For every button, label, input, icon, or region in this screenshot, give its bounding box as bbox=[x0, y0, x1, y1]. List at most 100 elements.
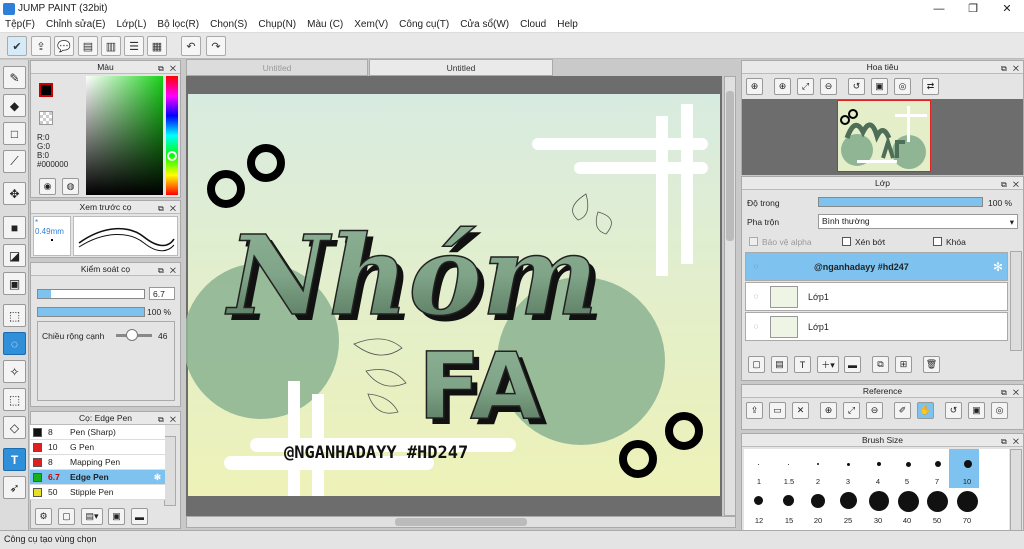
export-icon[interactable]: ⇪ bbox=[31, 36, 51, 56]
primary-color-swatch[interactable] bbox=[39, 83, 53, 97]
eye-icon[interactable]: ◌ bbox=[746, 262, 766, 271]
duplicate-layer-icon[interactable]: ⧉ bbox=[872, 356, 889, 373]
new-brush-icon[interactable]: ▢ bbox=[58, 508, 75, 525]
rotate-reset-icon[interactable]: ◎ bbox=[894, 78, 911, 95]
tab-untitled-2[interactable]: Untitled bbox=[369, 59, 553, 76]
reference-zoom-in-icon[interactable]: ⊕ bbox=[820, 402, 837, 419]
size-dot[interactable] bbox=[817, 463, 819, 465]
layer-folder-icon[interactable]: ▬ bbox=[844, 356, 861, 373]
line-tool-icon[interactable]: ⟋ bbox=[3, 150, 26, 173]
reference-actual-size-icon[interactable]: ▣ bbox=[968, 402, 985, 419]
menu-cloud[interactable]: Cloud bbox=[520, 19, 546, 30]
layer-row-selected[interactable]: ◌ @nganhadayy #hd247 ✻ bbox=[745, 252, 1008, 281]
new-text-layer-icon[interactable]: T bbox=[794, 356, 811, 373]
hue-slider[interactable] bbox=[166, 76, 178, 195]
menu-filter[interactable]: Bộ lọc(R) bbox=[157, 19, 199, 30]
brush-size-value[interactable]: 6.7 bbox=[149, 287, 175, 300]
reference-open-icon[interactable]: ▭ bbox=[769, 402, 786, 419]
flip-icon[interactable]: ⇄ bbox=[922, 78, 939, 95]
brush-folder-icon[interactable]: ▬ bbox=[131, 508, 148, 525]
reference-rotate-icon[interactable]: ↺ bbox=[945, 402, 962, 419]
rotate-left-icon[interactable]: ↺ bbox=[848, 78, 865, 95]
brush-size-scrollbar[interactable] bbox=[1010, 449, 1022, 531]
text-tool-icon[interactable]: T bbox=[3, 448, 26, 471]
edge-width-handle[interactable] bbox=[126, 329, 138, 341]
merge-layer-icon[interactable]: ⊞ bbox=[895, 356, 912, 373]
brush-item[interactable]: 10 G Pen bbox=[30, 440, 165, 455]
layer-row[interactable]: ◌ Lớp1 bbox=[745, 282, 1008, 311]
new-layer-icon[interactable]: ▢ bbox=[748, 356, 765, 373]
size-dot[interactable] bbox=[935, 461, 941, 467]
size-dot[interactable] bbox=[783, 495, 794, 506]
select-eraser-tool-icon[interactable]: ◇ bbox=[3, 416, 26, 439]
panel-close-icon[interactable]: ⧉ ✕ bbox=[1001, 386, 1021, 399]
menu-help[interactable]: Help bbox=[557, 19, 578, 30]
zoom-in-icon[interactable]: ⊕ bbox=[746, 78, 763, 95]
clip-checkbox[interactable] bbox=[842, 237, 851, 246]
brush-opacity-slider[interactable] bbox=[37, 307, 145, 317]
reference-fit-icon[interactable]: ⤢ bbox=[843, 402, 860, 419]
saturation-value-picker[interactable] bbox=[86, 76, 163, 195]
gear-icon[interactable]: ✻ bbox=[154, 472, 161, 483]
menu-window[interactable]: Cửa sổ(W) bbox=[460, 19, 509, 30]
brush-menu-icon[interactable]: ▤▾ bbox=[81, 508, 103, 525]
check-icon[interactable]: ✔ bbox=[7, 36, 27, 56]
transparent-color-swatch[interactable] bbox=[39, 111, 53, 125]
bucket-tool-icon[interactable]: ◪ bbox=[3, 244, 26, 267]
add-layer-menu-icon[interactable]: ＋▾ bbox=[817, 356, 839, 373]
minimize-button[interactable]: — bbox=[922, 0, 956, 17]
brush-size-slider[interactable] bbox=[37, 289, 145, 299]
size-dot[interactable] bbox=[906, 462, 911, 467]
size-dot[interactable] bbox=[877, 462, 881, 466]
layer-row[interactable]: ◌ Lớp1 bbox=[745, 312, 1008, 341]
reference-hand-icon[interactable]: ✋ bbox=[917, 402, 934, 419]
undo-icon[interactable]: ↶ bbox=[181, 36, 201, 56]
brush-copy-icon[interactable]: ▣ bbox=[108, 508, 125, 525]
brush-list-scrollbar[interactable] bbox=[164, 436, 176, 506]
brush-item-selected[interactable]: 6.7 Edge Pen ✻ bbox=[30, 470, 165, 485]
gear-icon[interactable]: ✻ bbox=[993, 260, 1003, 274]
rect-select-tool-icon[interactable]: ⬚ bbox=[3, 304, 26, 327]
menu-capture[interactable]: Chụp(N) bbox=[258, 19, 296, 30]
reference-close-icon[interactable]: ✕ bbox=[792, 402, 809, 419]
gradient-tool-icon[interactable]: ▣ bbox=[3, 272, 26, 295]
size-dot[interactable] bbox=[758, 464, 759, 465]
panel-close-icon[interactable]: ⧉ ✕ bbox=[1001, 178, 1021, 191]
maximize-button[interactable]: ❐ bbox=[956, 0, 990, 17]
size-dot[interactable] bbox=[788, 464, 789, 465]
menu-edit[interactable]: Chỉnh sửa(E) bbox=[46, 19, 106, 30]
size-dot[interactable] bbox=[957, 491, 978, 512]
brush-item[interactable]: 8 Pen (Sharp) bbox=[30, 425, 165, 440]
size-dot[interactable] bbox=[927, 491, 948, 512]
size-dot[interactable] bbox=[840, 492, 857, 509]
tab-untitled-1[interactable]: Untitled bbox=[186, 59, 368, 76]
eyedropper-icon[interactable]: ◍ bbox=[62, 178, 79, 195]
panel-close-icon[interactable]: ⧉ ✕ bbox=[158, 62, 178, 75]
menu-layer[interactable]: Lớp(L) bbox=[117, 19, 147, 30]
layer-list-scrollbar[interactable] bbox=[1010, 251, 1022, 351]
menu-select[interactable]: Chọn(S) bbox=[210, 19, 247, 30]
move-tool-icon[interactable]: ✥ bbox=[3, 182, 26, 205]
size-dot[interactable] bbox=[754, 496, 763, 505]
panel-close-icon[interactable]: ⧉ ✕ bbox=[158, 264, 178, 277]
select-pen-tool-icon[interactable]: ⬚ bbox=[3, 388, 26, 411]
palette-icon[interactable]: ◉ bbox=[39, 178, 56, 195]
menu-file[interactable]: Tệp(F) bbox=[5, 19, 35, 30]
panel-icon[interactable]: ▤ bbox=[78, 36, 98, 56]
menu-color[interactable]: Màu (C) bbox=[307, 19, 343, 30]
grid-settings-icon[interactable]: ▦ bbox=[147, 36, 167, 56]
lock-checkbox[interactable] bbox=[933, 237, 942, 246]
eraser-tool-icon[interactable]: ◆ bbox=[3, 94, 26, 117]
brush-settings-icon[interactable]: ⚙ bbox=[35, 508, 52, 525]
menu-tools[interactable]: Công cụ(T) bbox=[399, 19, 449, 30]
fill-rect-tool-icon[interactable]: ■ bbox=[3, 216, 26, 239]
list-icon[interactable]: ☰ bbox=[124, 36, 144, 56]
reference-eyedropper-icon[interactable]: ✐ bbox=[894, 402, 911, 419]
size-dot[interactable] bbox=[811, 494, 825, 508]
operation-tool-icon[interactable]: ➶ bbox=[3, 476, 26, 499]
eye-icon[interactable]: ◌ bbox=[746, 292, 766, 301]
redo-icon[interactable]: ↷ bbox=[206, 36, 226, 56]
canvas-vertical-scrollbar[interactable] bbox=[724, 76, 736, 516]
menu-view[interactable]: Xem(V) bbox=[354, 19, 388, 30]
hue-handle[interactable] bbox=[167, 151, 177, 161]
